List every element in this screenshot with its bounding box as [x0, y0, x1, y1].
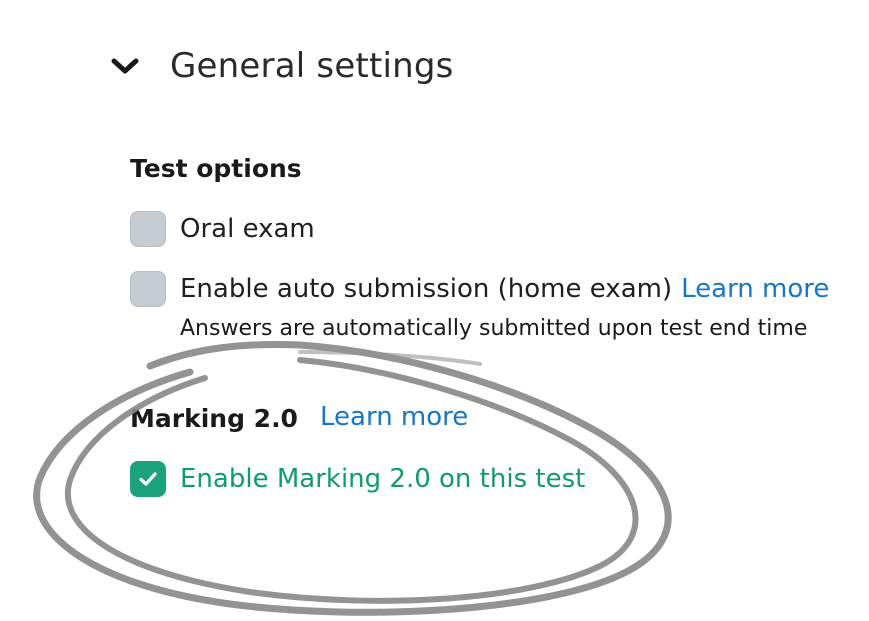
- general-settings-toggle[interactable]: General settings: [108, 38, 454, 94]
- auto-submission-helper-text: Answers are automatically submitted upon…: [180, 316, 808, 341]
- enable-marking-option: Enable Marking 2.0 on this test: [130, 461, 585, 497]
- chevron-down-icon: [108, 54, 142, 78]
- auto-submission-label: Enable auto submission (home exam): [180, 274, 673, 304]
- auto-submission-learn-more-link[interactable]: Learn more: [681, 274, 829, 304]
- enable-marking-checkbox[interactable]: [130, 461, 166, 497]
- oral-exam-checkbox[interactable]: [130, 211, 166, 247]
- auto-submission-option: Enable auto submission (home exam) Learn…: [130, 271, 829, 307]
- checkmark-icon: [139, 472, 157, 486]
- marking-learn-more-link[interactable]: Learn more: [320, 402, 468, 432]
- enable-marking-label: Enable Marking 2.0 on this test: [180, 464, 586, 494]
- auto-submission-checkbox[interactable]: [130, 271, 166, 307]
- test-options-heading: Test options: [130, 154, 302, 183]
- marking-heading: Marking 2.0: [130, 404, 298, 433]
- section-title: General settings: [170, 46, 454, 86]
- oral-exam-option: Oral exam: [130, 211, 315, 247]
- oral-exam-label: Oral exam: [180, 214, 315, 244]
